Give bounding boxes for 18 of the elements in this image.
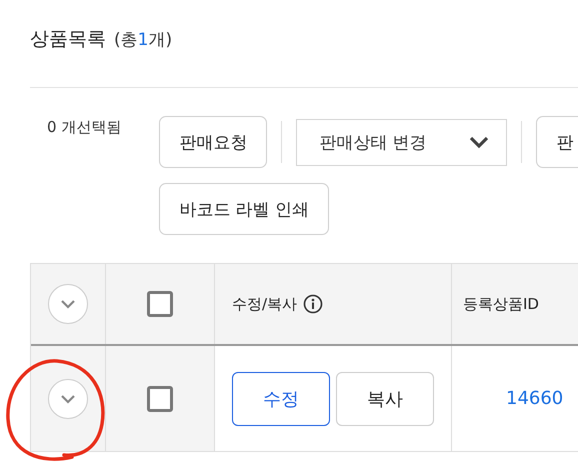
selection-count: 0 개선택됨 <box>47 117 122 138</box>
checkbox[interactable] <box>147 386 173 412</box>
product-id-link[interactable]: 14660 <box>506 388 564 409</box>
checkbox[interactable] <box>147 291 173 317</box>
action-button[interactable]: 판 <box>536 116 578 168</box>
chevron-down-icon <box>60 394 76 404</box>
info-icon[interactable] <box>303 294 324 314</box>
item-count: (총1개) <box>114 29 172 51</box>
column-header: 수정/복사 <box>232 294 298 314</box>
edit-button[interactable]: 수정 <box>232 372 330 426</box>
action-button[interactable]: 판매요청 <box>159 116 268 168</box>
action-button[interactable]: 바코드 라벨 인쇄 <box>159 183 330 235</box>
column-header: 등록상품ID <box>463 294 539 314</box>
status-dropdown[interactable]: 판매상태 변경 <box>296 118 508 166</box>
chevron-down-icon <box>468 135 490 149</box>
chevron-down-icon <box>60 299 76 309</box>
page-title: 상품목록 <box>30 27 106 52</box>
copy-button[interactable]: 복사 <box>336 372 434 426</box>
